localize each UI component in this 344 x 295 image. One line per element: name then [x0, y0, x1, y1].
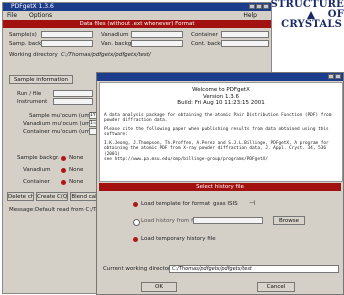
about-panel: Welcome to PDFgetX Version 1.3.6 Build: …	[99, 82, 343, 182]
about-citation: I.K.Jeong, J.Thompson, Th.Proffen, A.Per…	[104, 140, 329, 157]
main-titlebar: PDFgetX 1.3.6	[3, 3, 271, 11]
container-radio[interactable]	[61, 180, 66, 185]
vanadium-none: None	[69, 167, 84, 173]
cwd-field[interactable]: C:/Thomas/pdfgetx/pdfgetx/test	[169, 265, 339, 273]
welcome-titlebar	[97, 73, 343, 81]
about-description: A data analysis package for obtaining th…	[104, 112, 332, 124]
logo-triangle-icon	[307, 11, 315, 19]
container-label: Container	[191, 32, 218, 38]
menu-help[interactable]: Help	[243, 11, 257, 20]
ok-button[interactable]: OK	[141, 282, 177, 292]
minimize-button[interactable]	[249, 4, 255, 9]
vanadium-mu-label: Vanadium mu'ocum (um)	[23, 121, 93, 127]
cwd-value: C:/Thomas/pdfgetx/pdfgetx/test	[172, 266, 252, 272]
load-temp-history-label: Load temporary history file	[141, 236, 216, 242]
load-template-label: Load template for format	[141, 201, 211, 207]
instrument-label: Instrument	[17, 99, 48, 105]
sample-mu-label: Sample mu'ocum (um)	[29, 113, 92, 119]
about-cite-intro: Please cite the following paper when pub…	[104, 126, 329, 138]
container-mu-label: Container mu'ocum (um)	[23, 129, 93, 135]
menu-file[interactable]: File	[7, 12, 17, 19]
vanadium-label: Vanadium	[101, 32, 129, 38]
welcome-dialog: Welcome to PDFgetX Version 1.3.6 Build: …	[96, 72, 344, 295]
tab-create-cq[interactable]: Create C(Q)	[36, 192, 68, 201]
tab-delete-ch[interactable]: Delete ch	[7, 192, 34, 201]
cancel-button[interactable]: Cancel	[257, 282, 295, 292]
run-file-label: Run / file	[17, 91, 42, 97]
load-temp-history-radio[interactable]	[133, 237, 138, 242]
maximize-button[interactable]	[256, 4, 262, 9]
format-select[interactable]: gsas ISIS	[213, 201, 238, 207]
dialog-close-button[interactable]	[335, 74, 341, 79]
structure-of-crystals-logo: STRUCTURE OF CRYSTALS	[264, 0, 344, 30]
workdir-value: C:/Thomas/pdfgetx/pdfgetx/test/	[61, 52, 151, 58]
menubar: File Options Help	[3, 11, 271, 20]
select-history-header: Select history file	[99, 183, 341, 191]
load-template-radio[interactable]	[133, 202, 138, 207]
format-dropdown-icon[interactable]: ⊣	[249, 199, 255, 207]
about-url: see http://www.pa.msu.edu/cmp/billinge-g…	[104, 157, 268, 162]
sample-field[interactable]	[41, 31, 93, 38]
vanadium-field[interactable]	[131, 31, 183, 38]
van-backgr-field[interactable]	[131, 40, 183, 47]
sample-information-button[interactable]: Sample information	[9, 75, 73, 84]
sample-backgr-none: None	[69, 155, 84, 161]
instrument-field[interactable]	[53, 98, 93, 105]
about-build: Build: Fri Aug 10 11:23:15 2001	[177, 100, 265, 106]
message-value: Default read from C:/T	[35, 207, 97, 213]
vanadium-radio[interactable]	[61, 168, 66, 173]
browse-button[interactable]: Browse	[273, 216, 305, 225]
vanadium-label2: Vanadium	[23, 167, 51, 173]
container-field[interactable]	[221, 31, 269, 38]
dialog-maximize-button[interactable]	[328, 74, 334, 79]
sample-backgr-label: Sample backgr.	[17, 155, 60, 161]
cont-backgr-field[interactable]	[221, 40, 269, 47]
load-history-radio[interactable]	[133, 219, 140, 226]
main-title: PDFgetX 1.3.6	[11, 3, 54, 10]
tab-blend-cal[interactable]: Blend cal	[70, 192, 98, 201]
container-none: None	[69, 179, 84, 185]
close-button[interactable]	[263, 4, 269, 9]
sample-label: Sample(s)	[9, 32, 37, 38]
container-label2: Container	[23, 179, 50, 185]
data-files-header: Data files (without .ext whenever) Forma…	[3, 20, 271, 28]
menu-options[interactable]: Options	[29, 12, 52, 19]
run-file-field[interactable]	[53, 90, 93, 97]
message-label: Message:	[9, 207, 35, 213]
history-file-field[interactable]	[193, 217, 263, 224]
van-backgr-label: Van. backgr.	[101, 41, 135, 47]
cwd-label: Current working directory	[103, 266, 174, 272]
samp-backgr-field[interactable]	[41, 40, 93, 47]
load-history-label: Load history from file	[141, 218, 200, 224]
workdir-label: Working directory	[9, 52, 58, 58]
sample-backgr-radio[interactable]	[61, 156, 66, 161]
logo-line2: CRYSTALS	[281, 19, 342, 30]
